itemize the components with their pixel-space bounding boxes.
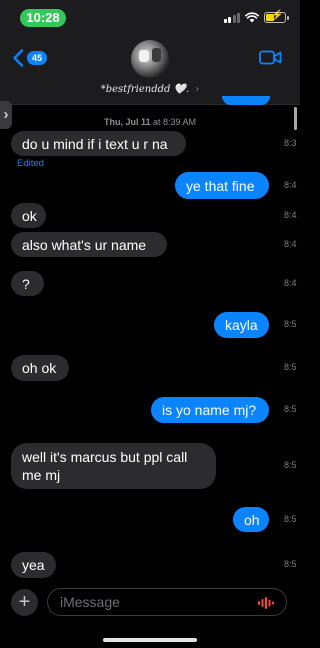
message-bubble[interactable]: do u mind if i text u r na [11, 131, 186, 156]
message-bubble[interactable]: kayla [214, 312, 269, 338]
message-text: well it's marcus but ppl call me mj [22, 449, 188, 483]
time-label: at 8:39 AM [153, 117, 197, 127]
message-bubble[interactable]: ye that fine [175, 172, 269, 199]
message-timestamp: 8:5 [284, 404, 297, 414]
message-text: do u mind if i text u r na [22, 135, 168, 152]
audio-waveform-icon[interactable] [258, 597, 274, 609]
message-input-placeholder: iMessage [60, 594, 120, 610]
conversation-header: 10:28 ⚡ 45 *bestfrienddd 🤍. › [0, 0, 300, 105]
message-bubble[interactable]: ok [11, 203, 46, 228]
message-timestamp: 8:5 [284, 319, 297, 329]
wifi-icon [245, 11, 259, 22]
message-text: ok [22, 207, 37, 224]
message-bubble[interactable]: also what's ur name [11, 232, 167, 257]
message-bubble[interactable]: ? [11, 271, 44, 296]
message-timestamp: 8:4 [284, 210, 297, 220]
date-separator: Thu, Jul 11 at 8:39 AM [0, 117, 300, 127]
facetime-video-button[interactable] [259, 50, 282, 70]
message-timestamp: 8:5 [284, 460, 297, 470]
message-bubble[interactable]: is yo name mj? [151, 397, 269, 423]
message-timestamp: 8:3 [284, 138, 297, 148]
message-timestamp: 8:4 [284, 239, 297, 249]
contact-avatar[interactable] [131, 40, 169, 78]
previous-message-bubble[interactable] [222, 96, 270, 105]
status-time: 10:28 [20, 9, 66, 27]
status-icons: ⚡ [223, 10, 289, 24]
message-timestamp: 8:4 [284, 278, 297, 288]
edited-label[interactable]: Edited [17, 158, 44, 169]
message-bubble[interactable]: oh [233, 507, 269, 532]
message-bubble[interactable]: oh ok [11, 355, 69, 381]
back-button[interactable]: 45 [12, 49, 48, 67]
message-bubble[interactable]: well it's marcus but ppl call me mj [11, 443, 216, 489]
message-timestamp: 8:5 [284, 514, 297, 524]
home-indicator[interactable] [103, 638, 197, 642]
message-timestamp: 8:5 [284, 362, 297, 372]
message-input[interactable]: iMessage [47, 588, 287, 616]
unread-count-badge: 45 [27, 51, 48, 65]
battery-icon: ⚡ [264, 10, 289, 23]
chevron-right-icon: › [195, 84, 200, 95]
chevron-left-icon [13, 49, 24, 67]
message-timestamp: 8:5 [284, 559, 297, 569]
contact-name-button[interactable]: *bestfrienddd 🤍. › [0, 84, 300, 95]
video-camera-icon [259, 50, 282, 65]
message-text: also what's ur name [22, 236, 147, 253]
date-label: Thu, Jul 11 [103, 117, 151, 127]
message-timestamp: 8:4 [284, 180, 297, 190]
message-text: kayla [225, 317, 258, 333]
message-text: oh [244, 511, 260, 528]
contact-name: *bestfrienddd 🤍. [100, 84, 190, 95]
message-text: yea [22, 557, 45, 573]
message-text: is yo name mj? [162, 402, 257, 418]
cellular-signal-icon [223, 12, 240, 23]
message-text: oh ok [22, 360, 57, 376]
message-text: ? [22, 275, 30, 292]
message-bubble[interactable]: yea [11, 552, 56, 578]
message-text: ye that fine [186, 177, 255, 194]
plus-icon: + [18, 591, 31, 613]
apps-plus-button[interactable]: + [11, 589, 38, 616]
